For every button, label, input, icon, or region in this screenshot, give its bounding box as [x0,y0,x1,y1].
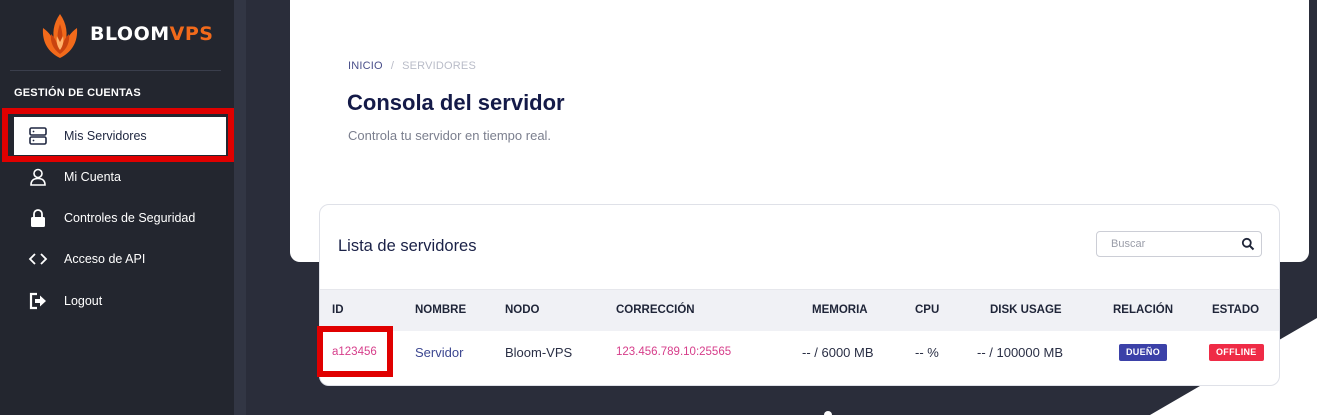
search-box [1096,231,1262,257]
column-header-id[interactable]: ID [332,304,344,316]
column-header-nombre[interactable]: NOMBRE [415,304,466,316]
sidebar-item-logout[interactable]: Logout [14,282,226,320]
sidebar-divider [10,70,221,71]
relation-badge: DUEÑO [1119,344,1168,361]
server-cpu: -- % [915,345,939,360]
server-node: Bloom-VPS [505,345,573,360]
sidebar-item-mi-cuenta[interactable]: Mi Cuenta [14,158,226,196]
page-subtitle: Controla tu servidor en tiempo real. [348,128,552,143]
brand-name: BLOOMVPS [90,23,213,45]
sidebar-item-label: Acceso de API [64,252,146,266]
sidebar: BLOOMVPS GESTIÓN DE CUENTAS Mis Servidor… [0,0,234,415]
sidebar-item-acceso-de-api[interactable]: Acceso de API [14,240,226,278]
brand-name-main: BLOOM [90,23,170,45]
page-title: Consola del servidor [347,90,565,115]
flower-logo-icon [42,14,78,58]
code-icon [28,249,48,269]
highlight-box-sidebar [2,108,234,162]
search-icon[interactable] [1241,237,1255,251]
column-header-relacion[interactable]: RELACIÓN [1113,304,1173,316]
column-header-disk-usage[interactable]: DISK USAGE [990,304,1062,316]
sidebar-item-label: Mi Cuenta [64,170,121,184]
status-badge: OFFLINE [1209,344,1264,361]
servers-card: Lista de servidores ID NOMBRE NODO CORRE… [319,204,1280,386]
server-disk: -- / 100000 MB [977,345,1063,360]
sidebar-item-label: Logout [64,294,103,308]
servers-table-header: ID NOMBRE NODO CORRECCIÓN MEMORIA CPU DI… [320,289,1279,331]
column-header-memoria[interactable]: MEMORIA [812,304,868,316]
lock-icon [28,208,48,228]
table-row[interactable]: a123456 Servidor Bloom-VPS 123.456.789.1… [320,331,1279,373]
breadcrumb-separator: / [390,60,395,72]
server-name-link[interactable]: Servidor [415,345,463,360]
column-header-estado[interactable]: ESTADO [1212,304,1259,316]
background-dot [824,411,832,415]
server-connection[interactable]: 123.456.789.10:25565 [616,346,731,358]
sidebar-item-label: Controles de Seguridad [64,211,196,225]
search-input[interactable] [1097,232,1237,256]
column-header-cpu[interactable]: CPU [915,304,939,316]
sidebar-edge [234,0,246,415]
breadcrumb-current: SERVIDORES [402,60,477,72]
brand-logo[interactable]: BLOOMVPS [38,8,213,60]
highlight-box-server-id [317,326,393,377]
breadcrumb-home-link[interactable]: INICIO [348,60,383,72]
brand-name-accent: VPS [169,23,214,45]
logout-icon [28,291,48,311]
column-header-nodo[interactable]: NODO [505,304,540,316]
breadcrumb: INICIO / SERVIDORES [348,60,476,72]
server-memory: -- / 6000 MB [802,345,874,360]
user-icon [28,167,48,187]
sidebar-item-controles-de-seguridad[interactable]: Controles de Seguridad [14,199,226,237]
servers-card-title: Lista de servidores [338,237,477,255]
column-header-correccion[interactable]: CORRECCIÓN [616,304,695,316]
sidebar-heading: GESTIÓN DE CUENTAS [14,87,141,99]
